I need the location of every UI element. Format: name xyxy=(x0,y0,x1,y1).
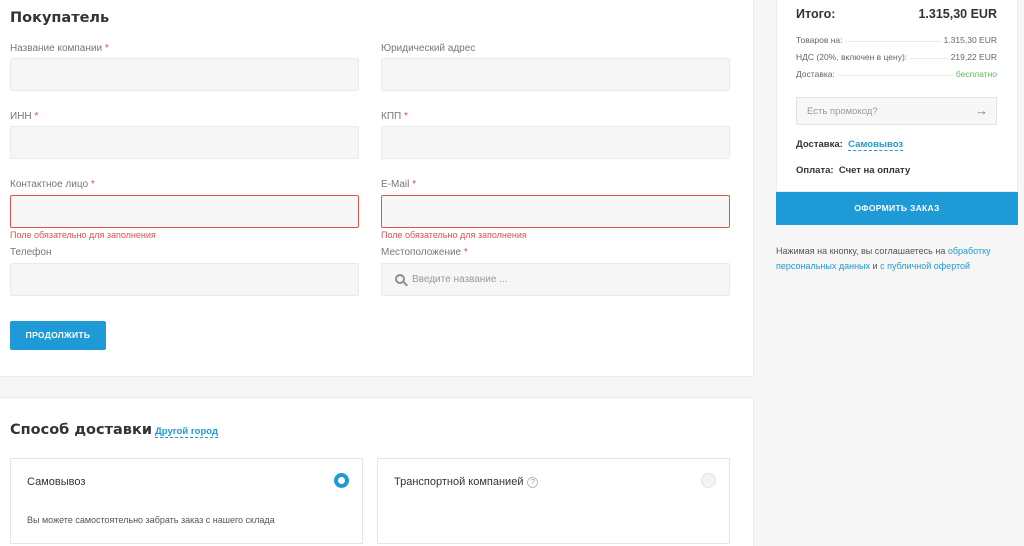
total-label: Итого: xyxy=(796,7,836,21)
pickup-description: Вы можете самостоятельно забрать заказ с… xyxy=(27,515,275,525)
pickup-title: Самовывоз xyxy=(27,476,86,488)
total-value: 1.315,30 EUR xyxy=(918,7,997,21)
order-summary xyxy=(776,0,1018,192)
transport-title: Транспортной компанией? xyxy=(394,476,539,488)
kpp-label: КПП * xyxy=(381,111,408,122)
email-error: Поле обязательно для заполнения xyxy=(381,230,527,240)
contact-label: Контактное лицо * xyxy=(10,179,95,190)
summary-row-delivery: Доставка: бесплатно xyxy=(796,69,997,79)
summary-row-goods: Товаров на: 1.315,30 EUR xyxy=(796,35,997,45)
transport-radio[interactable] xyxy=(701,473,716,488)
other-city-link[interactable]: Другой город xyxy=(155,426,218,438)
phone-label: Телефон xyxy=(10,247,52,258)
public-offer-link[interactable]: с публичной офертой xyxy=(880,261,970,271)
company-label: Название компании * xyxy=(10,43,109,54)
summary-row-vat: НДС (20%, включен в цену): 219,22 EUR xyxy=(796,52,997,62)
company-input[interactable] xyxy=(10,58,359,91)
delivery-method-link[interactable]: Самовывоз xyxy=(848,139,904,151)
pickup-radio[interactable] xyxy=(334,473,349,488)
search-icon xyxy=(395,274,408,287)
payment-method-line: Оплата: Счет на оплату xyxy=(796,165,911,176)
email-label: E-Mail * xyxy=(381,179,417,190)
buyer-title: Покупатель xyxy=(10,10,110,26)
promo-code-input[interactable]: Есть промокод? → xyxy=(796,97,997,125)
promo-placeholder: Есть промокод? xyxy=(807,106,878,117)
kpp-input[interactable] xyxy=(381,126,730,159)
delivery-option-transport[interactable]: Транспортной компанией? xyxy=(377,458,730,544)
inn-input[interactable] xyxy=(10,126,359,159)
email-input[interactable] xyxy=(381,195,730,228)
delivery-title: Способ доставки xyxy=(10,422,152,438)
contact-input[interactable] xyxy=(10,195,359,228)
legal-address-input[interactable] xyxy=(381,58,730,91)
location-search-input[interactable]: Введите название ... xyxy=(381,263,730,296)
inn-label: ИНН * xyxy=(10,111,39,122)
delivery-method-line: Доставка: Самовывоз xyxy=(796,139,904,151)
arrow-right-icon[interactable]: → xyxy=(975,103,988,118)
buyer-section xyxy=(0,0,754,377)
payment-method-value: Счет на оплату xyxy=(838,165,911,176)
legal-address-label: Юридический адрес xyxy=(381,43,476,54)
help-icon[interactable]: ? xyxy=(527,476,539,488)
location-label: Местоположение * xyxy=(381,247,468,258)
phone-input[interactable] xyxy=(10,263,359,296)
agreement-text: Нажимая на кнопку, вы соглашаетесь на об… xyxy=(776,246,991,271)
contact-error: Поле обязательно для заполнения xyxy=(10,230,156,240)
continue-button[interactable]: ПРОДОЛЖИТЬ xyxy=(10,321,106,350)
delivery-option-pickup[interactable]: Самовывоз Вы можете самостоятельно забра… xyxy=(10,458,363,544)
place-order-button[interactable]: ОФОРМИТЬ ЗАКАЗ xyxy=(776,192,1018,225)
location-placeholder: Введите название ... xyxy=(412,274,508,285)
